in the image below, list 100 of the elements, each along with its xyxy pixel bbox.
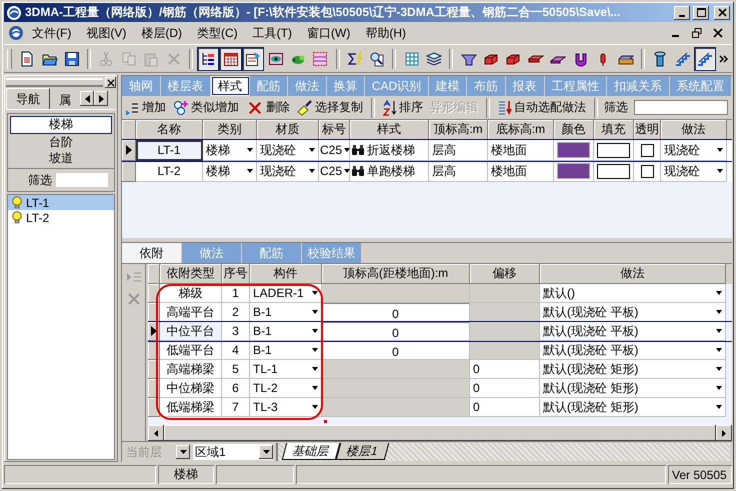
dropdown-icon[interactable]	[716, 367, 722, 371]
scroll-left-button[interactable]	[148, 425, 164, 441]
menu-item[interactable]: 工具(T)	[246, 22, 299, 44]
scrollbar-thumb[interactable]	[164, 425, 716, 441]
toolbar-button[interactable]: 排序	[381, 97, 425, 118]
form-button[interactable]	[242, 48, 264, 70]
dropdown-icon[interactable]	[716, 386, 722, 390]
menu-item[interactable]: 类型(C)	[190, 22, 245, 44]
dropdown-icon[interactable]	[312, 367, 318, 371]
minimize-button[interactable]	[674, 6, 690, 20]
dropdown-icon[interactable]	[716, 405, 722, 409]
column-header[interactable]: 依附类型	[160, 264, 222, 284]
floor-tab[interactable]: 楼层1	[336, 443, 389, 460]
dropdown-icon[interactable]	[716, 348, 722, 352]
column-header[interactable]: 顶标高(距楼地面):m	[322, 264, 470, 284]
table-cell: 默认(现浇砼 矩形)	[543, 380, 638, 396]
table-cell: 默认(现浇砼 矩形)	[543, 360, 638, 378]
dropdown-icon[interactable]	[312, 405, 318, 409]
layers-icon	[426, 50, 442, 66]
dropdown-icon[interactable]	[247, 169, 253, 173]
checkbox[interactable]	[640, 144, 654, 156]
tab[interactable]: 样式	[211, 76, 250, 96]
category-item[interactable]: 楼梯	[10, 116, 112, 134]
tree-button[interactable]	[198, 48, 218, 70]
table-cell: 默认()	[543, 284, 575, 302]
bulb-icon	[11, 196, 23, 209]
dropdown-icon[interactable]	[312, 310, 318, 314]
tab[interactable]: 依附	[122, 243, 182, 263]
dropdown-icon[interactable]	[716, 329, 722, 333]
stair-button[interactable]	[694, 48, 716, 70]
dropdown-icon[interactable]	[312, 348, 318, 352]
menu-item[interactable]: 窗口(W)	[300, 22, 358, 44]
toolbar-button[interactable]: 删除	[244, 97, 292, 118]
table-cell: B-1	[253, 305, 272, 319]
row-header[interactable]	[122, 161, 136, 182]
scroll-left-button[interactable]	[80, 91, 94, 106]
dropdown-icon[interactable]	[716, 291, 722, 295]
area-dropdown[interactable]: 区域1	[193, 444, 273, 460]
category-item[interactable]: 台阶	[10, 134, 112, 150]
dropdown-icon[interactable]	[309, 169, 315, 173]
filter-label: 筛选	[28, 172, 52, 188]
table-cell: 单跑楼梯	[367, 162, 415, 180]
close-button[interactable]	[714, 6, 730, 20]
table-cell: 0	[470, 379, 540, 398]
dropdown-icon[interactable]	[312, 386, 318, 390]
close-icon[interactable]	[713, 28, 723, 38]
tree-item[interactable]: LT-1	[8, 195, 114, 210]
menu-item[interactable]: 文件(F)	[25, 22, 78, 44]
filter-field[interactable]	[634, 100, 728, 115]
table-cell: 现浇砼	[664, 142, 700, 158]
dropdown-icon[interactable]	[717, 148, 723, 152]
column-header[interactable]: 序号	[222, 264, 250, 284]
toolbar-button[interactable]: 增加	[124, 97, 168, 118]
fill-swatch[interactable]	[597, 142, 630, 158]
menu-item[interactable]: 帮助(H)	[358, 22, 413, 44]
panel-tab[interactable]: 属	[50, 90, 80, 109]
table-cell: 默认(现浇砼 矩形)	[543, 398, 638, 416]
dropdown-icon[interactable]	[716, 310, 722, 314]
binoculars-icon[interactable]	[351, 144, 365, 156]
scroll-right-button[interactable]	[716, 425, 732, 441]
panel-grip[interactable]	[6, 78, 103, 87]
menu-item[interactable]: 视图(V)	[79, 22, 134, 44]
column-header[interactable]: 构件	[250, 264, 322, 284]
column-header[interactable]: 偏移	[470, 264, 540, 284]
color-swatch[interactable]	[557, 163, 590, 179]
maximize-button[interactable]	[693, 6, 709, 20]
column-header[interactable]: 做法	[540, 264, 726, 284]
panel-tab[interactable]: 导航	[6, 88, 50, 109]
fill-swatch[interactable]	[597, 164, 630, 178]
dashed-frame-icon	[312, 50, 328, 66]
tree-item[interactable]: LT-2	[8, 210, 114, 225]
category-item[interactable]: 坡道	[10, 150, 112, 166]
row-header[interactable]	[122, 140, 136, 161]
status-category: 楼梯	[158, 465, 214, 484]
toolbar-button[interactable]: 类似增加	[171, 97, 241, 118]
panel-close-button[interactable]	[105, 77, 116, 88]
toolbar-button[interactable]: 自动选配做法	[496, 97, 588, 118]
color-swatch[interactable]	[557, 142, 590, 158]
dropdown-icon[interactable]	[309, 148, 315, 152]
dropdown-icon[interactable]	[259, 445, 273, 459]
binoculars-icon[interactable]	[351, 165, 365, 177]
restore-icon[interactable]	[692, 28, 702, 38]
dropdown-icon[interactable]	[247, 148, 253, 152]
floor-tab[interactable]: 基础层	[282, 443, 340, 460]
calendar-button[interactable]	[220, 48, 241, 70]
toolbar-grip[interactable]	[7, 48, 12, 68]
scroll-right-button[interactable]	[94, 91, 108, 106]
table-cell: 0	[322, 322, 470, 341]
toolbar-button[interactable]: 选择复制	[295, 97, 365, 118]
dropdown-icon[interactable]	[344, 148, 350, 152]
dropdown-icon[interactable]	[717, 169, 723, 173]
chevron-icon[interactable]	[719, 54, 729, 64]
dropdown-icon[interactable]	[312, 291, 318, 295]
checkbox[interactable]	[640, 164, 654, 178]
filter-label: 筛选	[604, 99, 628, 116]
filter-field[interactable]	[56, 173, 108, 187]
menu-item[interactable]: 楼层(D)	[134, 22, 189, 44]
table-cell: 4	[222, 341, 250, 360]
dropdown-icon[interactable]	[344, 169, 350, 173]
dropdown-icon[interactable]	[312, 329, 318, 333]
